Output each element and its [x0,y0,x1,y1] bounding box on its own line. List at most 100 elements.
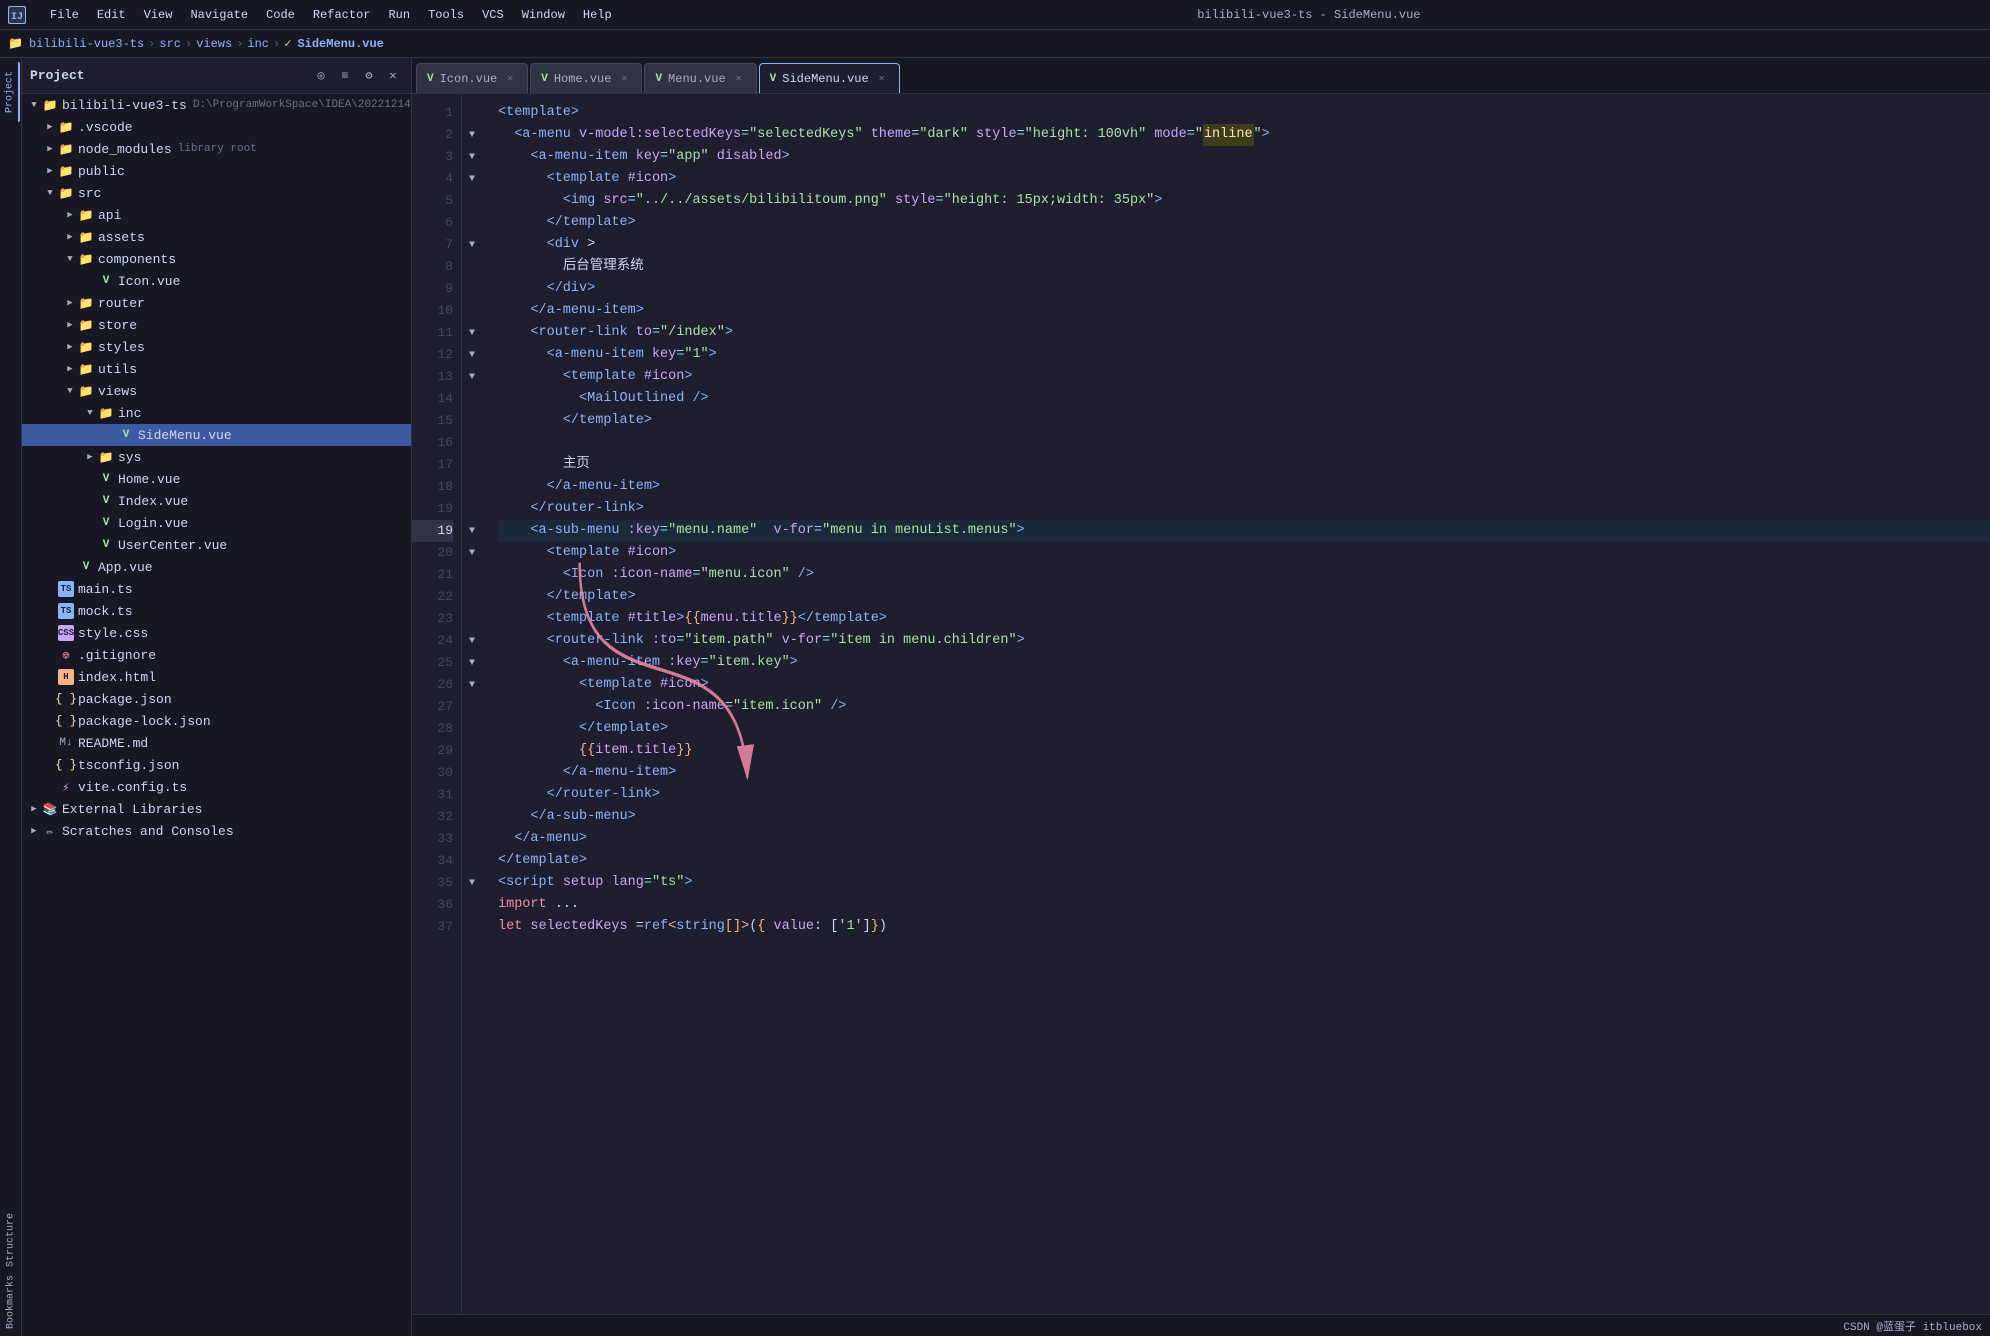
code-editor[interactable]: 1 2 3 4 5 6 7 8 9 10 11 12 13 14 15 16 1 [412,94,1990,1314]
tree-item-sidemenu[interactable]: ▶ V SideMenu.vue [22,424,411,446]
menu-navigate[interactable]: Navigate [182,6,256,24]
tab-icon-vue[interactable]: V Icon.vue ✕ [416,63,528,93]
tree-item-icon-vue[interactable]: ▶ V Icon.vue [22,270,411,292]
tree-item-scratches[interactable]: ▶ ✏ Scratches and Consoles [22,820,411,842]
tab-close-icon-vue[interactable]: ✕ [503,72,517,86]
menu-refactor[interactable]: Refactor [305,6,379,24]
code-line-3: <a-menu-item key="app" disabled> [498,146,1990,168]
breadcrumb: 📁 bilibili-vue3-ts › src › views › inc ›… [8,36,384,51]
code-line-24: <router-link :to="item.path" v-for="item… [498,630,1990,652]
gutter-20[interactable]: ▼ [462,542,482,564]
tree-item-style-css[interactable]: ▶ CSS style.css [22,622,411,644]
tree-label-sys: sys [118,450,141,465]
tree-label-views: views [98,384,137,399]
tree-item-app-vue[interactable]: ▶ V App.vue [22,556,411,578]
breadcrumb-project[interactable]: bilibili-vue3-ts [29,37,144,51]
gutter-35[interactable]: ▼ [462,872,482,894]
vue-file-icon-index: V [98,493,114,509]
gutter-3[interactable]: ▼ [462,146,482,168]
tree-item-external-libs[interactable]: ▶ 📚 External Libraries [22,798,411,820]
menu-run[interactable]: Run [380,6,418,24]
gutter-32 [462,806,482,828]
vue-icon: ✓ [284,36,291,51]
menu-file[interactable]: File [42,6,87,24]
gutter-24[interactable]: ▼ [462,630,482,652]
folder-icon-node-modules: 📁 [58,141,74,157]
gutter-5 [462,190,482,212]
tree-item-inc[interactable]: ▼ 📁 inc [22,402,411,424]
gutter-2[interactable]: ▼ [462,124,482,146]
tree-item-store[interactable]: ▶ 📁 store [22,314,411,336]
tree-item-styles[interactable]: ▶ 📁 styles [22,336,411,358]
gutter-25[interactable]: ▼ [462,652,482,674]
tree-item-api[interactable]: ▶ 📁 api [22,204,411,226]
tree-item-router[interactable]: ▶ 📁 router [22,292,411,314]
tree-item-components[interactable]: ▼ 📁 components [22,248,411,270]
tree-item-vscode[interactable]: ▶ 📁 .vscode [22,116,411,138]
vtab-project[interactable]: Project [2,62,20,122]
tree-item-mock-ts[interactable]: ▶ TS mock.ts [22,600,411,622]
tree-item-utils[interactable]: ▶ 📁 utils [22,358,411,380]
tree-item-public[interactable]: ▶ 📁 public [22,160,411,182]
tab-sidemenu-vue[interactable]: V SideMenu.vue ✕ [759,63,900,93]
tree-item-gitignore[interactable]: ▶ ⎊ .gitignore [22,644,411,666]
tree-item-usercenter-vue[interactable]: ▶ V UserCenter.vue [22,534,411,556]
tree-item-package-lock-json[interactable]: ▶ { } package-lock.json [22,710,411,732]
menu-window[interactable]: Window [514,6,573,24]
tree-label-gitignore: .gitignore [78,648,156,663]
code-line-10: </a-menu-item> [498,300,1990,322]
gutter-11[interactable]: ▼ [462,322,482,344]
tab-close-sidemenu-vue[interactable]: ✕ [875,72,889,86]
menu-code[interactable]: Code [258,6,303,24]
tree-item-views[interactable]: ▼ 📁 views [22,380,411,402]
tree-item-node-modules[interactable]: ▶ 📁 node_modules library root [22,138,411,160]
menu-view[interactable]: View [136,6,181,24]
gutter-19b[interactable]: ▼ [462,520,482,542]
gutter-4[interactable]: ▼ [462,168,482,190]
tree-item-index-vue[interactable]: ▶ V Index.vue [22,490,411,512]
breadcrumb-src[interactable]: src [159,37,181,51]
tree-arrow-styles: ▶ [62,339,78,355]
tree-item-src[interactable]: ▼ 📁 src [22,182,411,204]
tab-close-menu-vue[interactable]: ✕ [732,72,746,86]
tree-item-vite-config[interactable]: ▶ ⚡ vite.config.ts [22,776,411,798]
menu-help[interactable]: Help [575,6,620,24]
tab-close-home-vue[interactable]: ✕ [617,72,631,86]
tree-arrow-public: ▶ [42,163,58,179]
code-line-13: <template #icon> [498,366,1990,388]
tree-item-index-html[interactable]: ▶ H index.html [22,666,411,688]
tree-item-sys[interactable]: ▶ 📁 sys [22,446,411,468]
tree-item-home-vue[interactable]: ▶ V Home.vue [22,468,411,490]
tree-arrow-router: ▶ [62,295,78,311]
collapse-all-button[interactable]: ≡ [335,66,355,86]
gutter-13[interactable]: ▼ [462,366,482,388]
menu-vcs[interactable]: VCS [474,6,512,24]
gutter-26[interactable]: ▼ [462,674,482,696]
menu-tools[interactable]: Tools [420,6,472,24]
gutter-12[interactable]: ▼ [462,344,482,366]
gutter-7[interactable]: ▼ [462,234,482,256]
tree-arrow-views: ▼ [62,383,78,399]
tree-item-main-ts[interactable]: ▶ TS main.ts [22,578,411,600]
tree-arrow-store: ▶ [62,317,78,333]
tree-item-login-vue[interactable]: ▶ V Login.vue [22,512,411,534]
gutter-23 [462,608,482,630]
breadcrumb-inc[interactable]: inc [247,37,269,51]
settings-button[interactable]: ⚙ [359,66,379,86]
menu-edit[interactable]: Edit [89,6,134,24]
tab-menu-vue[interactable]: V Menu.vue ✕ [644,63,756,93]
close-sidebar-button[interactable]: ✕ [383,66,403,86]
tree-item-tsconfig-json[interactable]: ▶ { } tsconfig.json [22,754,411,776]
tab-home-vue[interactable]: V Home.vue ✕ [530,63,642,93]
tree-label-src: src [78,186,101,201]
vtab-bookmarks[interactable]: Bookmarks [2,1272,20,1332]
tree-label-login-vue: Login.vue [118,516,188,531]
vtab-structure[interactable]: Structure [2,1210,20,1270]
breadcrumb-views[interactable]: views [196,37,232,51]
tree-item-root[interactable]: ▼ 📁 bilibili-vue3-ts D:\ProgramWorkSpace… [22,94,411,116]
project-icon: 📁 [8,36,23,51]
tree-item-package-json[interactable]: ▶ { } package.json [22,688,411,710]
tree-item-readme[interactable]: ▶ M↓ README.md [22,732,411,754]
locate-file-button[interactable]: ◎ [311,66,331,86]
tree-item-assets[interactable]: ▶ 📁 assets [22,226,411,248]
